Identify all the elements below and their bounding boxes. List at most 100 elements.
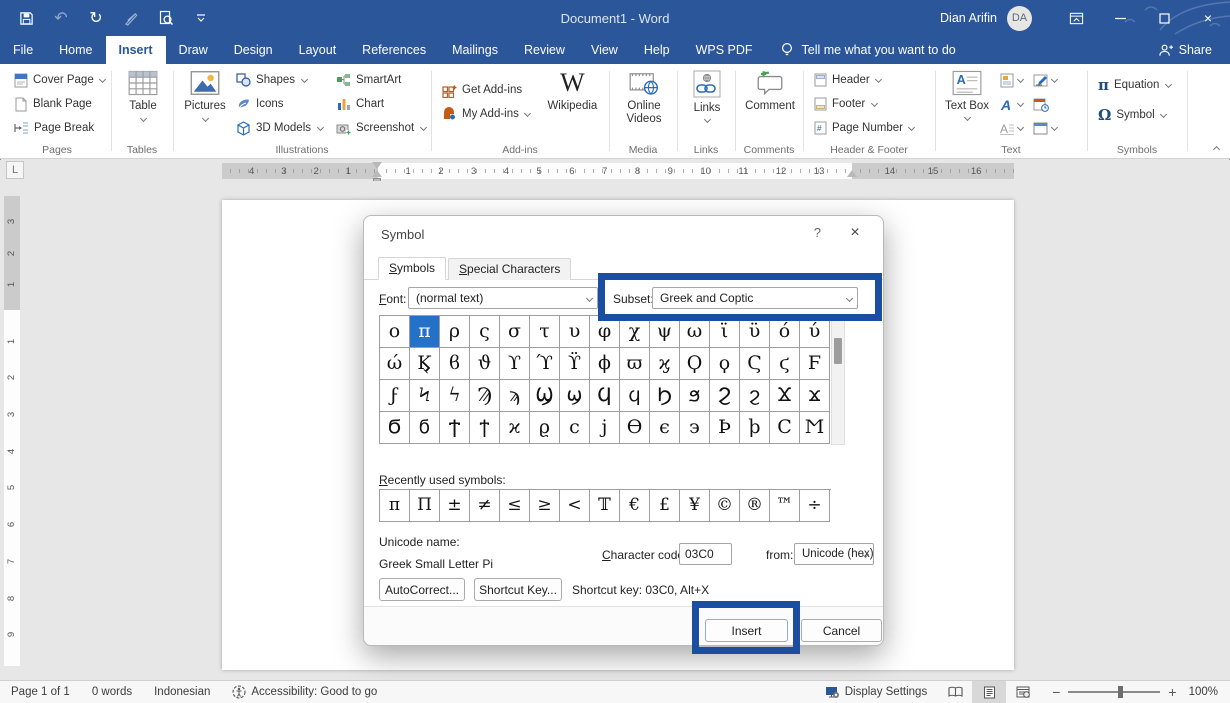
recent-symbol-cell[interactable]: 𝕋 — [590, 490, 620, 522]
symbol-cell[interactable]: ϔ — [560, 348, 590, 380]
symbol-cell[interactable]: Ϫ — [770, 380, 800, 412]
web-layout-button[interactable] — [1006, 681, 1040, 703]
symbol-button[interactable]: Ω Symbol — [1095, 104, 1175, 126]
chart-button[interactable]: Chart — [333, 93, 425, 115]
recent-symbol-cell[interactable]: ® — [740, 490, 770, 522]
symbol-cell[interactable]: Ϯ — [440, 412, 470, 444]
ribbon-tab[interactable]: File — [0, 36, 46, 64]
redo-button[interactable]: ↻ — [86, 8, 106, 28]
icons-button[interactable]: Icons — [233, 93, 327, 115]
minimize-button[interactable] — [1098, 0, 1142, 36]
print-layout-button[interactable] — [972, 681, 1006, 703]
symbol-cell[interactable]: Ϸ — [710, 412, 740, 444]
symbol-cell[interactable]: ϡ — [500, 380, 530, 412]
screenshot-button[interactable]: Screenshot — [333, 117, 425, 139]
first-line-indent-marker[interactable] — [372, 162, 382, 169]
ribbon-tab[interactable]: View — [578, 36, 631, 64]
symbol-cell[interactable]: ϴ — [620, 412, 650, 444]
recent-symbol-cell[interactable]: ¥ — [680, 490, 710, 522]
ribbon-tab[interactable]: Design — [221, 36, 286, 64]
ribbon-tab[interactable]: References — [349, 36, 439, 64]
my-addins-button[interactable]: My Add-ins — [439, 103, 542, 125]
ribbon-tab[interactable]: Review — [511, 36, 578, 64]
recent-symbol-cell[interactable]: π — [380, 490, 410, 522]
font-select[interactable]: (normal text) — [408, 287, 598, 309]
recent-symbol-cell[interactable]: ™ — [770, 490, 800, 522]
right-indent-marker[interactable] — [847, 170, 857, 177]
symbol-cell[interactable]: ϖ — [620, 348, 650, 380]
symbol-cell[interactable]: Ϝ — [800, 348, 830, 380]
dialog-close-button[interactable]: × — [839, 220, 871, 246]
quick-parts-icon[interactable] — [999, 73, 1015, 88]
user-name[interactable]: Dian Arifin — [940, 11, 997, 25]
symbol-cell[interactable]: ϛ — [770, 348, 800, 380]
ribbon-tab[interactable]: Mailings — [439, 36, 511, 64]
wikipedia-button[interactable]: W Wikipedia — [542, 69, 603, 113]
symbol-cell[interactable]: ϥ — [620, 380, 650, 412]
symbol-cell[interactable]: τ — [530, 316, 560, 348]
symbol-cell[interactable]: ρ — [440, 316, 470, 348]
maximize-button[interactable] — [1142, 0, 1186, 36]
get-addins-button[interactable]: Get Add-ins — [439, 79, 542, 101]
symbol-cell[interactable]: Ϩ — [710, 380, 740, 412]
date-time-icon[interactable] — [1033, 97, 1049, 112]
symbol-cell[interactable]: ώ — [380, 348, 410, 380]
blank-page-button[interactable]: Blank Page — [11, 93, 110, 115]
tab-selector[interactable]: L — [6, 161, 24, 179]
collapse-ribbon-button[interactable] — [1212, 144, 1220, 152]
symbol-cell[interactable]: ϩ — [740, 380, 770, 412]
ribbon-tab[interactable]: Home — [46, 36, 105, 64]
symbol-cell[interactable]: ϸ — [740, 412, 770, 444]
symbol-cell[interactable]: ϶ — [680, 412, 710, 444]
zoom-slider[interactable] — [1068, 691, 1160, 693]
page-number-button[interactable]: # Page Number — [811, 117, 919, 139]
page-indicator[interactable]: Page 1 of 1 — [0, 681, 81, 703]
vertical-ruler[interactable]: 321 123456789 — [4, 181, 20, 680]
cover-page-button[interactable]: Cover Page — [11, 69, 110, 91]
hanging-indent-marker[interactable] — [372, 170, 382, 177]
symbol-cell[interactable]: Ϭ — [380, 412, 410, 444]
close-button[interactable]: × — [1186, 0, 1230, 36]
symbol-cell[interactable]: ϓ — [530, 348, 560, 380]
footer-button[interactable]: Footer — [811, 93, 919, 115]
comment-button[interactable]: Comment — [743, 69, 797, 113]
table-button[interactable]: Table — [120, 69, 166, 123]
scrollbar-thumb[interactable] — [834, 338, 842, 364]
symbol-cell[interactable]: υ — [560, 316, 590, 348]
wordart-icon[interactable]: A — [999, 97, 1015, 112]
symbol-cell[interactable]: ϐ — [440, 348, 470, 380]
recent-symbol-cell[interactable]: ≥ — [530, 490, 560, 522]
display-settings-button[interactable]: Display Settings — [814, 681, 938, 703]
symbol-cell[interactable]: Ϛ — [740, 348, 770, 380]
symbol-cell[interactable]: ϕ — [590, 348, 620, 380]
symbol-cell[interactable]: ϒ — [500, 348, 530, 380]
online-videos-button[interactable]: Online Videos — [618, 69, 670, 126]
recent-symbol-cell[interactable]: ≠ — [470, 490, 500, 522]
symbol-cell[interactable]: ϫ — [800, 380, 830, 412]
ribbon-tab[interactable]: Draw — [166, 36, 221, 64]
symbol-cell[interactable]: ϰ — [500, 412, 530, 444]
symbol-cell[interactable]: Ϗ — [410, 348, 440, 380]
symbol-cell[interactable]: ϗ — [650, 348, 680, 380]
read-mode-button[interactable] — [938, 681, 972, 703]
share-button[interactable]: Share — [1140, 36, 1230, 64]
avatar[interactable]: DA — [1007, 6, 1032, 31]
smartart-button[interactable]: SmartArt — [333, 69, 425, 91]
recent-symbol-cell[interactable]: ± — [440, 490, 470, 522]
accessibility-status[interactable]: Accessibility: Good to go — [221, 681, 388, 703]
zoom-in-button[interactable]: + — [1168, 684, 1176, 700]
character-code-input[interactable] — [679, 543, 732, 565]
word-count[interactable]: 0 words — [81, 681, 143, 703]
recent-symbol-cell[interactable]: © — [710, 490, 740, 522]
symbol-cell[interactable]: ϱ — [530, 412, 560, 444]
ribbon-tab[interactable]: Insert — [106, 36, 166, 64]
grid-scrollbar[interactable] — [831, 315, 845, 445]
horizontal-ruler[interactable]: 4321 12345678910111213 141516 — [222, 163, 1014, 179]
save-button[interactable] — [16, 8, 36, 28]
undo-button[interactable]: ↶ — [51, 8, 71, 28]
symbol-cell[interactable]: Ϡ — [470, 380, 500, 412]
symbol-cell[interactable]: Ϟ — [410, 380, 440, 412]
drop-cap-icon[interactable]: A — [999, 121, 1015, 136]
customize-qat-button[interactable] — [191, 8, 211, 28]
help-icon[interactable]: ? — [814, 225, 821, 240]
